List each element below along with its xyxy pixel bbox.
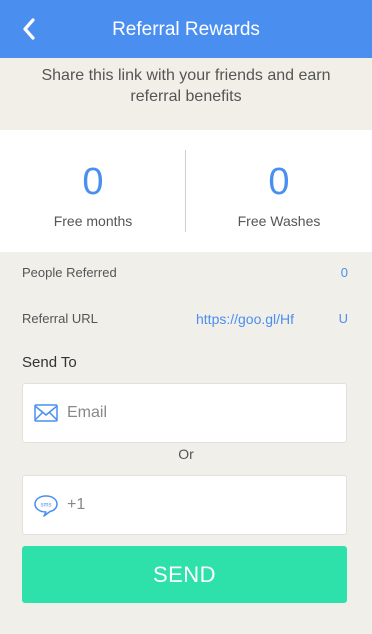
free-months-value: 0 xyxy=(82,161,104,203)
stats-panel: 0 Free months 0 Free Washes xyxy=(0,130,372,252)
people-referred-row: People Referred 0 xyxy=(22,265,352,285)
people-referred-value: 0 xyxy=(340,265,348,280)
referral-url-label: Referral URL xyxy=(22,311,98,326)
referral-screen: Referral Rewards Share this link with yo… xyxy=(0,0,372,634)
intro-banner: Share this link with your friends and ea… xyxy=(0,58,372,130)
envelope-icon xyxy=(34,404,58,422)
sms-bubble-icon: sms xyxy=(34,495,58,517)
people-referred-label: People Referred xyxy=(22,265,117,280)
app-bar: Referral Rewards xyxy=(0,0,372,58)
svg-text:sms: sms xyxy=(41,503,52,509)
referral-url-suffix: U xyxy=(338,311,348,326)
free-washes-label: Free Washes xyxy=(237,213,321,229)
stat-free-washes: 0 Free Washes xyxy=(186,130,372,252)
phone-field[interactable]: sms xyxy=(22,475,347,535)
email-field[interactable] xyxy=(22,383,347,443)
or-separator: Or xyxy=(178,446,194,462)
referral-url-row: Referral URL https://goo.gl/Hf U xyxy=(22,311,352,331)
free-months-label: Free months xyxy=(53,213,133,229)
free-washes-value: 0 xyxy=(268,161,290,203)
stat-free-months: 0 Free months xyxy=(0,130,186,252)
phone-input[interactable] xyxy=(67,490,337,520)
intro-text: Share this link with your friends and ea… xyxy=(41,67,331,105)
send-button[interactable]: SEND xyxy=(22,546,347,603)
page-title: Referral Rewards xyxy=(112,19,260,40)
email-input[interactable] xyxy=(67,398,337,428)
send-to-label: Send To xyxy=(22,354,77,371)
referral-url-link[interactable]: https://goo.gl/Hf xyxy=(196,311,294,327)
